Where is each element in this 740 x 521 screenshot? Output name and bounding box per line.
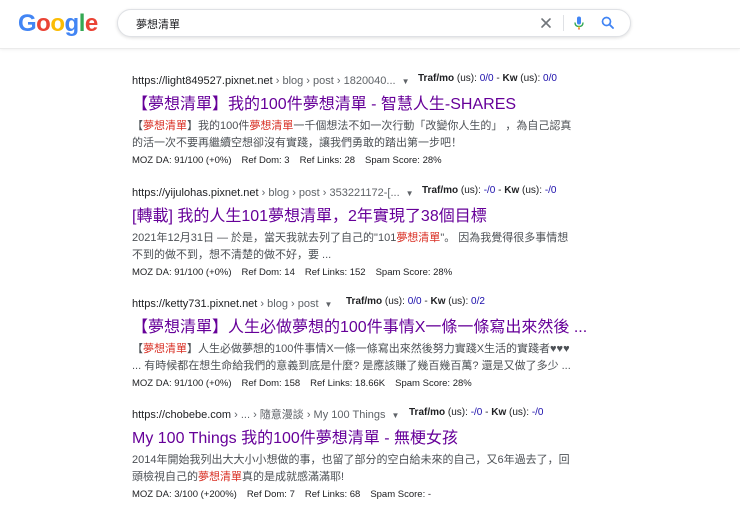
clear-icon[interactable]: [537, 14, 555, 32]
search-box: [117, 9, 631, 37]
result-host: https://yijulohas.pixnet.net: [132, 187, 259, 199]
result-snippet: 【夢想清單】人生必做夢想的100件事情X一條一條寫出來然後努力實踐X生活的實踐者…: [132, 343, 571, 372]
search-icon[interactable]: [599, 14, 617, 32]
search-result: https://chobebe.com › ... › 隨意漫談 › My 10…: [132, 407, 602, 500]
search-result: https://ketty731.pixnet.net › blog › pos…: [132, 296, 602, 389]
moz-metrics: MOZ DA: 3/100 (+200%) Ref Dom: 7 Ref Links…: [132, 489, 432, 500]
result-breadcrumb: › blog › post › 1820040...: [272, 75, 396, 87]
traffic-metrics: Traf/mo (us): 0/0 - Kw (us): 0/0: [418, 73, 557, 84]
dropdown-arrow-icon[interactable]: ▼: [325, 300, 333, 309]
moz-metrics: MOZ DA: 91/100 (+0%) Ref Dom: 3 Ref Links:…: [132, 155, 442, 166]
dropdown-arrow-icon[interactable]: ▼: [406, 189, 414, 198]
result-snippet: 【夢想清單】我的100件夢想清單一千個想法不如一次行動「改變你人生的」 ，為自己…: [132, 120, 572, 149]
traffic-metrics: Traf/mo (us): -/0 - Kw (us): -/0: [409, 407, 544, 418]
result-host: https://light849527.pixnet.net: [132, 75, 273, 87]
result-snippet: 2021年12月31日 — 於是，當天我就去列了自己的"101夢想清單"。 因為…: [132, 232, 569, 261]
traffic-metrics: Traf/mo (us): 0/0 - Kw (us): 0/2: [346, 296, 485, 307]
microphone-icon[interactable]: [570, 14, 588, 32]
result-breadcrumb: › blog › post › 353221172-[...: [258, 187, 400, 199]
result-title-link[interactable]: [轉載] 我的人生101夢想清單，2年實現了38個目標: [132, 207, 602, 227]
result-host: https://chobebe.com: [132, 409, 232, 421]
moz-metrics: MOZ DA: 91/100 (+0%) Ref Dom: 158 Ref Link…: [132, 378, 472, 389]
result-breadcrumb: › blog › post: [257, 298, 319, 310]
result-host: https://ketty731.pixnet.net: [132, 298, 258, 310]
search-input[interactable]: [134, 14, 508, 34]
result-breadcrumb: › ... › 隨意漫談 › My 100 Things: [231, 409, 386, 421]
result-title-link[interactable]: 【夢想清單】我的100件夢想清單 - 智慧人生-SHARES: [132, 95, 602, 115]
result-title-link[interactable]: 【夢想清單】人生必做夢想的100件事情X一條一條寫出來然後 ...: [132, 318, 602, 338]
result-snippet: 2014年開始我列出大大小小想做的事，也留了部分的空白給未來的自己，又6年過去了…: [132, 454, 570, 483]
google-logo[interactable]: Google: [18, 10, 98, 38]
dropdown-arrow-icon[interactable]: ▼: [392, 411, 400, 420]
moz-metrics: MOZ DA: 91/100 (+0%) Ref Dom: 14 Ref Links…: [132, 267, 453, 278]
result-title-link[interactable]: My 100 Things 我的100件夢想清單 - 無梗女孩: [132, 429, 602, 449]
search-divider: [563, 15, 564, 31]
traffic-metrics: Traf/mo (us): -/0 - Kw (us): -/0: [422, 185, 557, 196]
search-header: Google: [0, 0, 740, 49]
dropdown-arrow-icon[interactable]: ▼: [402, 77, 410, 86]
search-result: https://yijulohas.pixnet.net › blog › po…: [132, 185, 602, 278]
search-result: https://light849527.pixnet.net › blog › …: [132, 73, 602, 166]
